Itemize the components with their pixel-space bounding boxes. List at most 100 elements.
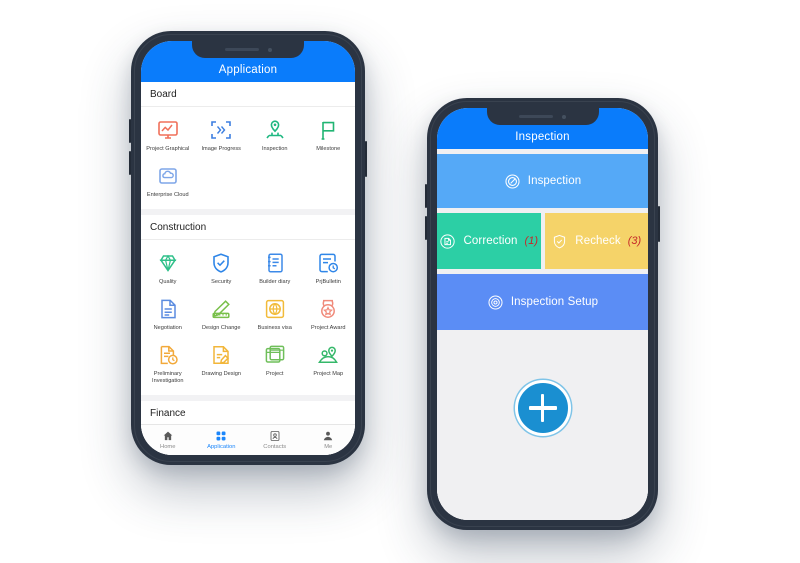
tab-label: Application xyxy=(207,444,236,450)
power-button[interactable] xyxy=(365,141,367,177)
volume-down-button[interactable] xyxy=(129,151,131,175)
card-label: Inspection xyxy=(527,175,582,187)
tile-project-graphical[interactable]: Project Graphical xyxy=(141,113,195,159)
tile-business-visa[interactable]: Business visa xyxy=(248,292,302,338)
tile-negotiation[interactable]: Negotiation xyxy=(141,292,195,338)
earpiece-speaker-icon xyxy=(519,115,553,118)
card-count: (1) xyxy=(524,235,538,247)
application-body: Board Project Graphical Image Progress I… xyxy=(141,82,355,455)
tile-label: Project Map xyxy=(313,371,344,377)
tile-builder-diary[interactable]: Builder diary xyxy=(248,246,302,292)
application-scroll-area[interactable]: Board Project Graphical Image Progress I… xyxy=(141,82,355,424)
tile-milestone[interactable]: Milestone xyxy=(302,113,356,159)
phone-application: Application Board Project Graphical Imag… xyxy=(129,31,367,465)
award-star-icon xyxy=(316,297,340,321)
tile-inspection[interactable]: Inspection xyxy=(248,113,302,159)
tile-prjbulletin[interactable]: PrjBulletin xyxy=(302,246,356,292)
tile-label: PrjBulletin xyxy=(315,279,341,285)
shield-check-icon xyxy=(551,233,568,250)
tile-project[interactable]: Project xyxy=(248,338,302,391)
document-lines-icon xyxy=(156,297,180,321)
tile-label: Quality xyxy=(159,279,177,285)
phone-inspection: Inspection Inspection Correction (1) Rec… xyxy=(425,98,660,530)
section-header-board: Board xyxy=(141,82,355,107)
card-label: Correction xyxy=(463,235,518,247)
tile-label: Business visa xyxy=(257,325,292,331)
tile-label: Drawing Design xyxy=(201,371,241,377)
volume-down-button[interactable] xyxy=(425,216,427,240)
grid-apps-icon xyxy=(215,430,227,442)
section-header-finance: Finance xyxy=(141,401,355,424)
folders-icon xyxy=(263,343,287,367)
device-notch xyxy=(192,41,304,58)
tile-label: Negotiation xyxy=(153,325,182,331)
pencil-ruler-icon xyxy=(209,297,233,321)
drawing-edit-icon xyxy=(209,343,233,367)
tile-enterprise-cloud[interactable]: Enterprise Cloud xyxy=(141,159,195,205)
tile-drawing-design[interactable]: Drawing Design xyxy=(195,338,249,391)
inspection-circle-icon xyxy=(504,173,521,190)
tile-security[interactable]: Security xyxy=(195,246,249,292)
power-button[interactable] xyxy=(658,206,660,242)
map-pin-inspection-icon xyxy=(263,118,287,142)
globe-box-icon xyxy=(263,297,287,321)
card-label: Recheck xyxy=(575,235,621,247)
tile-preliminary-investigation[interactable]: Preliminary Investigation xyxy=(141,338,195,391)
tile-label: Image Progress xyxy=(201,146,241,152)
monitor-chart-icon xyxy=(156,118,180,142)
tile-image-progress[interactable]: Image Progress xyxy=(195,113,249,159)
flag-icon xyxy=(316,118,340,142)
device-notch xyxy=(486,108,599,125)
tile-label: Project Graphical xyxy=(146,146,190,152)
application-screen: Application Board Project Graphical Imag… xyxy=(141,41,355,455)
construction-grid: Quality Security Builder diary PrjBullet… xyxy=(141,240,355,401)
tab-application[interactable]: Application xyxy=(195,430,249,450)
card-label: Inspection Setup xyxy=(510,296,599,308)
tile-label: Project Award xyxy=(311,325,346,331)
page-title: Application xyxy=(218,64,278,76)
tile-label: Project xyxy=(266,371,284,377)
tab-me[interactable]: Me xyxy=(302,430,356,450)
inspection-empty-area xyxy=(437,330,648,520)
card-inspection-setup[interactable]: Inspection Setup xyxy=(437,274,648,330)
notebook-icon xyxy=(263,251,287,275)
tile-quality[interactable]: Quality xyxy=(141,246,195,292)
inspection-screen: Inspection Inspection Correction (1) Rec… xyxy=(437,108,648,520)
tab-contacts[interactable]: Contacts xyxy=(248,430,302,450)
volume-up-button[interactable] xyxy=(129,119,131,143)
tab-label: Me xyxy=(324,444,333,450)
card-count: (3) xyxy=(627,235,642,247)
card-recheck[interactable]: Recheck (3) xyxy=(544,213,648,269)
earpiece-speaker-icon xyxy=(224,48,259,51)
tile-design-change[interactable]: Design Change xyxy=(195,292,249,338)
doc-clock-icon xyxy=(156,343,180,367)
section-header-construction: Construction xyxy=(141,215,355,240)
card-correction[interactable]: Correction (1) xyxy=(437,213,541,269)
tab-label: Home xyxy=(160,444,176,450)
inspection-card-row: Correction (1) Recheck (3) xyxy=(437,213,648,269)
gear-target-icon xyxy=(487,294,504,311)
person-icon xyxy=(322,430,334,442)
tile-label: Design Change xyxy=(201,325,241,331)
correction-doc-icon xyxy=(439,233,456,250)
page-title: Inspection xyxy=(515,131,570,143)
map-marker-icon xyxy=(316,343,340,367)
add-button[interactable] xyxy=(514,380,571,436)
diamond-icon xyxy=(156,251,180,275)
screenshot-canvas: Application Board Project Graphical Imag… xyxy=(0,0,800,563)
cloud-box-icon xyxy=(156,164,180,188)
volume-up-button[interactable] xyxy=(425,184,427,208)
tile-label: Preliminary Investigation xyxy=(152,371,184,384)
bottom-tab-bar: Home Application Contacts Me xyxy=(141,424,355,455)
tile-project-map[interactable]: Project Map xyxy=(302,338,356,391)
front-camera-icon xyxy=(267,47,272,52)
bulletin-clock-icon xyxy=(316,251,340,275)
plus-icon-vertical xyxy=(540,394,545,422)
board-grid: Project Graphical Image Progress Inspect… xyxy=(141,107,355,215)
tile-label: Enterprise Cloud xyxy=(146,192,189,198)
tab-home[interactable]: Home xyxy=(141,430,195,450)
card-inspection[interactable]: Inspection xyxy=(437,154,648,208)
tile-project-award[interactable]: Project Award xyxy=(302,292,356,338)
image-progress-icon xyxy=(209,118,233,142)
tile-label: Inspection xyxy=(262,146,288,152)
